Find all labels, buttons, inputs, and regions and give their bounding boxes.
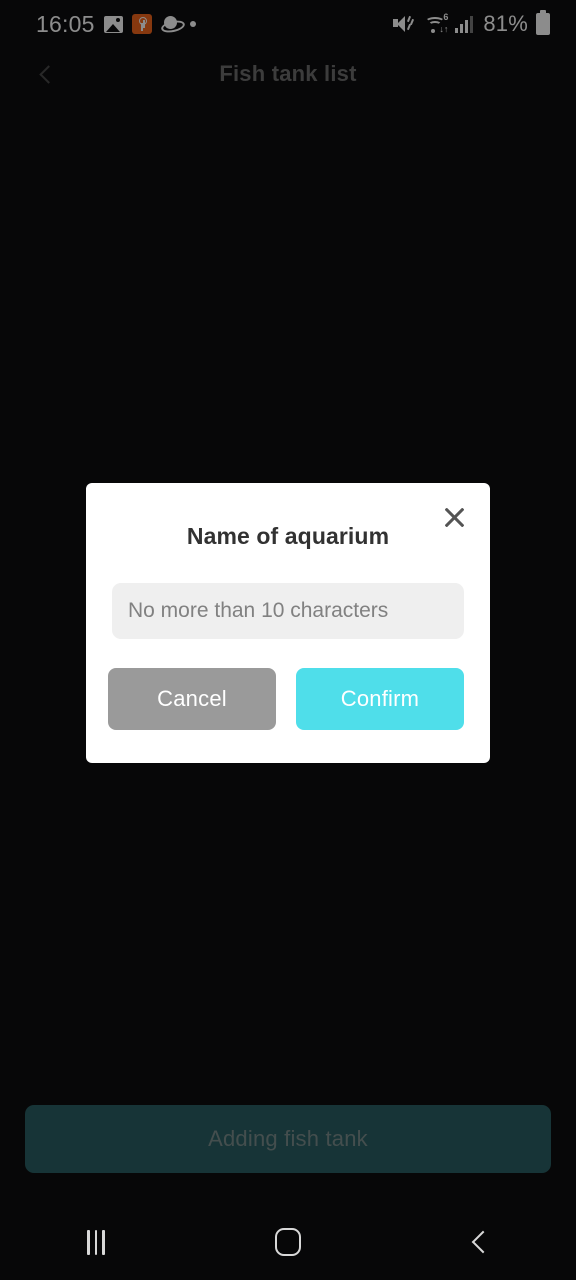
name-aquarium-dialog: Name of aquarium Cancel Confirm [86, 483, 490, 763]
phone-screen: 16:05 6 ↓↑ 81% Fish tank list Adding fis… [0, 0, 576, 1280]
recents-icon [87, 1229, 105, 1255]
nav-recents-button[interactable] [0, 1204, 192, 1280]
android-nav-bar [0, 1204, 576, 1280]
cancel-button[interactable]: Cancel [108, 668, 276, 730]
aquarium-name-input[interactable] [112, 583, 464, 639]
back-chevron-icon [471, 1230, 494, 1254]
home-icon [275, 1228, 301, 1256]
confirm-button[interactable]: Confirm [296, 668, 464, 730]
dialog-title: Name of aquarium [186, 523, 390, 549]
nav-back-button[interactable] [384, 1204, 576, 1280]
nav-home-button[interactable] [192, 1204, 384, 1280]
